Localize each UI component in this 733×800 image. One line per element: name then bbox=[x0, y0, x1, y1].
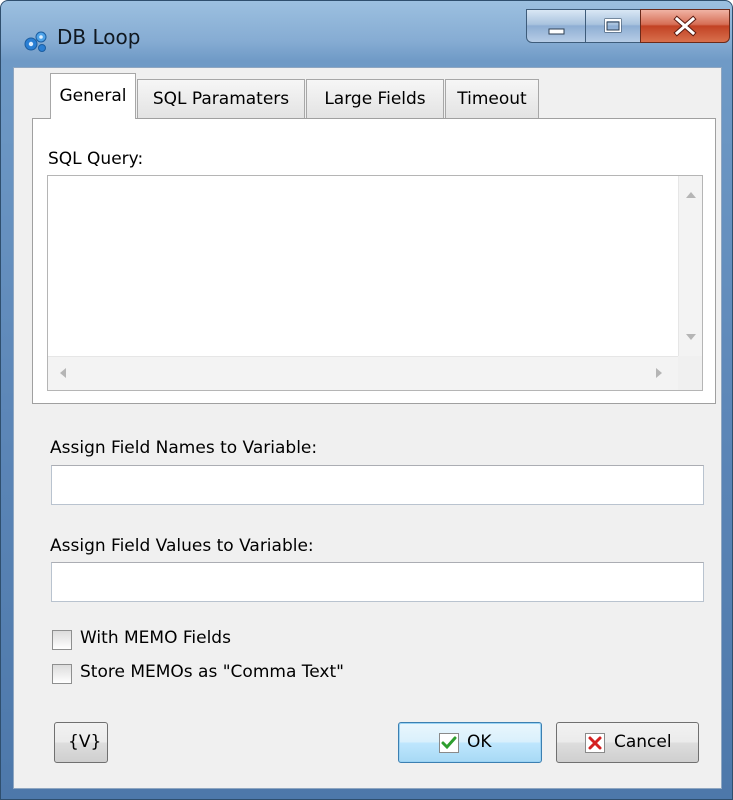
sql-query-textarea[interactable] bbox=[47, 175, 703, 391]
field-names-label: Assign Field Names to Variable: bbox=[50, 438, 318, 458]
variables-button-label: {V} bbox=[68, 732, 102, 752]
field-values-input[interactable] bbox=[51, 562, 704, 602]
tab-general[interactable]: General bbox=[50, 73, 136, 119]
window-title: DB Loop bbox=[57, 25, 141, 49]
title-bar[interactable]: DB Loop bbox=[1, 1, 732, 67]
scroll-down-icon[interactable] bbox=[686, 334, 696, 340]
field-values-label: Assign Field Values to Variable: bbox=[50, 536, 314, 556]
checkbox-label: With MEMO Fields bbox=[80, 628, 231, 648]
horizontal-scrollbar[interactable] bbox=[48, 356, 678, 390]
variables-button[interactable]: {V} bbox=[54, 722, 108, 763]
ok-button[interactable]: OK bbox=[398, 722, 542, 763]
scroll-left-icon[interactable] bbox=[60, 368, 66, 378]
minimize-icon bbox=[548, 28, 565, 35]
minimize-button[interactable] bbox=[526, 9, 586, 43]
tab-timeout[interactable]: Timeout bbox=[445, 79, 539, 118]
vertical-scrollbar[interactable] bbox=[678, 176, 702, 356]
checkbox-box[interactable] bbox=[52, 664, 72, 684]
scrollbar-corner bbox=[678, 356, 702, 390]
tab-label: SQL Paramaters bbox=[152, 89, 290, 109]
cancel-button[interactable]: Cancel bbox=[556, 722, 699, 763]
tab-label: Large Fields bbox=[324, 89, 426, 109]
tab-large-fields[interactable]: Large Fields bbox=[306, 79, 444, 118]
cancel-button-label: Cancel bbox=[614, 732, 672, 752]
tab-label: General bbox=[59, 86, 127, 106]
field-names-input[interactable] bbox=[51, 465, 704, 505]
scroll-up-icon[interactable] bbox=[686, 192, 696, 198]
close-icon bbox=[673, 15, 697, 37]
ok-button-label: OK bbox=[467, 732, 492, 752]
maximize-button[interactable] bbox=[585, 9, 641, 43]
check-icon bbox=[439, 733, 459, 753]
dialog-client-area: General SQL Paramaters Large Fields Time… bbox=[13, 67, 722, 789]
db-loop-window: DB Loop General SQL Paramaters Large Fie… bbox=[0, 0, 733, 800]
checkbox-box[interactable] bbox=[52, 630, 72, 650]
sql-query-label: SQL Query: bbox=[48, 149, 144, 169]
x-icon bbox=[585, 733, 605, 753]
caption-buttons bbox=[526, 9, 730, 45]
close-button[interactable] bbox=[640, 9, 730, 43]
checkbox-label: Store MEMOs as "Comma Text" bbox=[80, 662, 344, 682]
gears-icon bbox=[23, 29, 49, 53]
maximize-icon bbox=[604, 18, 622, 33]
general-tab-panel: SQL Query: bbox=[32, 118, 716, 404]
tab-label: Timeout bbox=[457, 89, 527, 109]
tab-sql-parameters[interactable]: SQL Paramaters bbox=[137, 79, 305, 118]
scroll-right-icon[interactable] bbox=[656, 368, 662, 378]
